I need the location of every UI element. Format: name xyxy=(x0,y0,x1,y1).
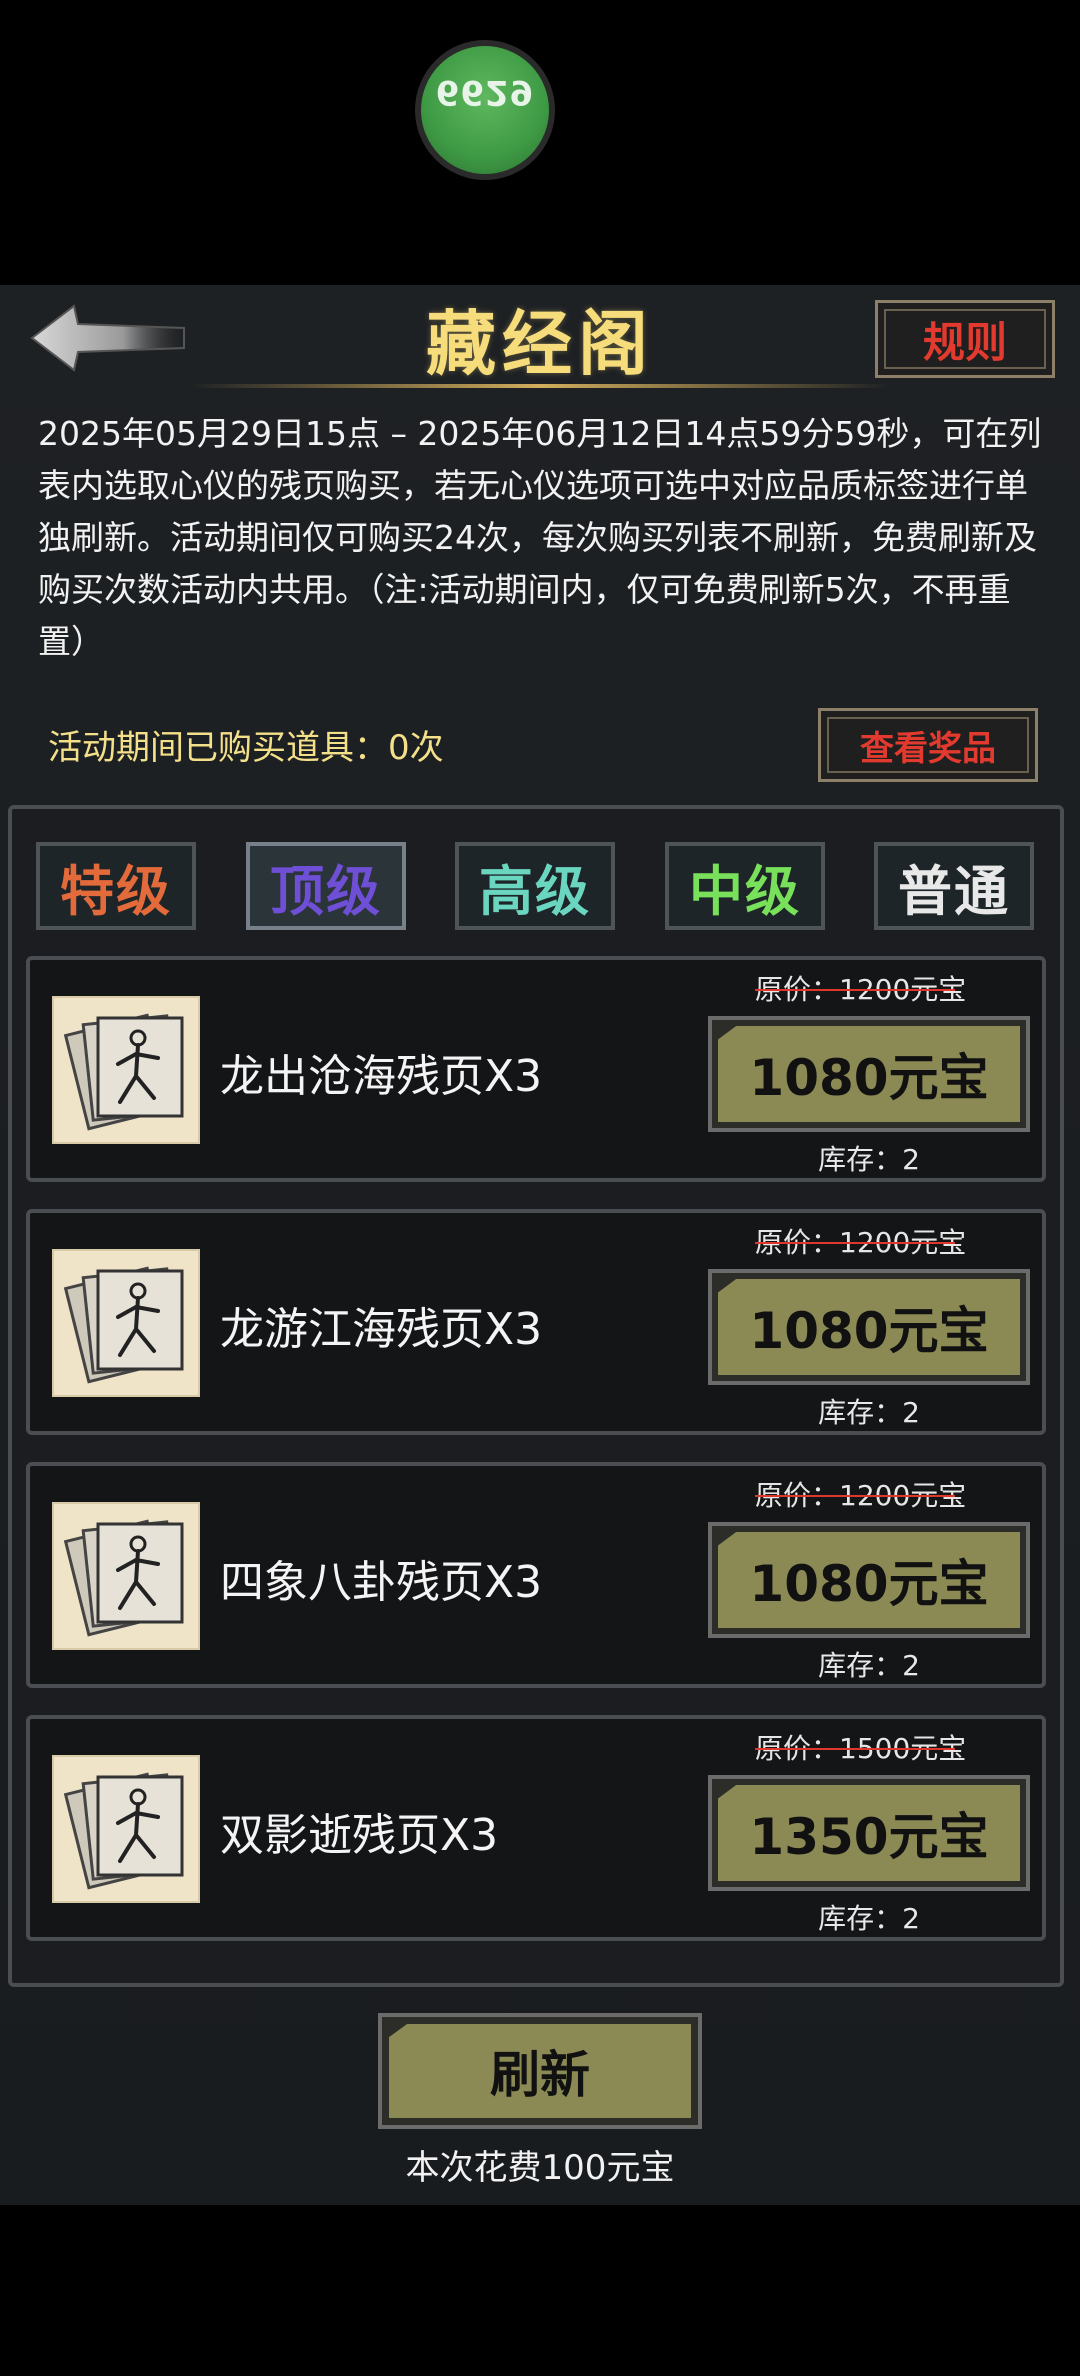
original-price: 原价：1500元宝 xyxy=(755,1727,1005,1767)
buy-button[interactable]: 1080元宝 xyxy=(708,1269,1030,1385)
list-item: 双影逝残页X3 原价：1500元宝 1350元宝 库存：2 xyxy=(26,1715,1046,1941)
item-name: 四象八卦残页X3 xyxy=(220,1557,543,1608)
refresh-cost-text: 本次花费100元宝 xyxy=(405,2148,675,2188)
rules-button[interactable]: 规则 xyxy=(875,300,1055,378)
item-scroll-icon[interactable] xyxy=(52,996,200,1144)
original-price: 原价：1200元宝 xyxy=(755,1221,1005,1261)
tab-normal[interactable]: 普通 xyxy=(874,842,1034,930)
list-item: 四象八卦残页X3 原价：1200元宝 1080元宝 库存：2 xyxy=(26,1462,1046,1688)
view-rewards-button[interactable]: 查看奖品 xyxy=(818,708,1038,782)
tab-special[interactable]: 特级 xyxy=(36,842,196,930)
item-scroll-icon[interactable] xyxy=(52,1502,200,1650)
buy-price-label: 1350元宝 xyxy=(718,1785,1020,1881)
tab-high[interactable]: 高级 xyxy=(455,842,615,930)
item-name: 龙游江海残页X3 xyxy=(220,1304,543,1355)
buy-price-label: 1080元宝 xyxy=(718,1532,1020,1628)
item-scroll-icon[interactable] xyxy=(52,1249,200,1397)
list-item: 龙出沧海残页X3 原价：1200元宝 1080元宝 库存：2 xyxy=(26,956,1046,1182)
view-rewards-label: 查看奖品 xyxy=(860,728,996,769)
buy-price-label: 1080元宝 xyxy=(718,1279,1020,1375)
tab-label: 普通 xyxy=(898,859,1010,923)
stock-text: 库存：2 xyxy=(818,1143,920,1176)
tab-label: 特级 xyxy=(60,859,172,923)
refresh-button[interactable]: 刷新 xyxy=(378,2013,702,2129)
bottom-blank-area xyxy=(0,2205,1080,2376)
stock-text: 库存：2 xyxy=(818,1902,920,1935)
tab-middle[interactable]: 中级 xyxy=(665,842,825,930)
stock-text: 库存：2 xyxy=(818,1649,920,1682)
buy-button[interactable]: 1080元宝 xyxy=(708,1522,1030,1638)
item-scroll-icon[interactable] xyxy=(52,1755,200,1903)
tab-top[interactable]: 顶级 xyxy=(246,842,406,930)
buy-button[interactable]: 1350元宝 xyxy=(708,1775,1030,1891)
tab-label: 高级 xyxy=(479,859,591,923)
status-badge: 6629 xyxy=(415,40,555,180)
original-price: 原价：1200元宝 xyxy=(755,968,1005,1008)
purchase-count-text: 活动期间已购买道具：0次 xyxy=(48,728,444,768)
item-name: 双影逝残页X3 xyxy=(220,1810,499,1861)
original-price: 原价：1200元宝 xyxy=(755,1474,1005,1514)
buy-button[interactable]: 1080元宝 xyxy=(708,1016,1030,1132)
stock-text: 库存：2 xyxy=(818,1396,920,1429)
refresh-label: 刷新 xyxy=(389,2024,691,2118)
buy-price-label: 1080元宝 xyxy=(718,1026,1020,1122)
title-divider xyxy=(190,384,890,388)
list-item: 龙游江海残页X3 原价：1200元宝 1080元宝 库存：2 xyxy=(26,1209,1046,1435)
rules-label: 规则 xyxy=(922,317,1007,367)
tab-label: 顶级 xyxy=(270,859,382,923)
tab-label: 中级 xyxy=(689,859,801,923)
item-name: 龙出沧海残页X3 xyxy=(220,1051,543,1102)
event-description: 2025年05月29日15点 – 2025年06月12日14点59分59秒，可在… xyxy=(38,414,1042,661)
